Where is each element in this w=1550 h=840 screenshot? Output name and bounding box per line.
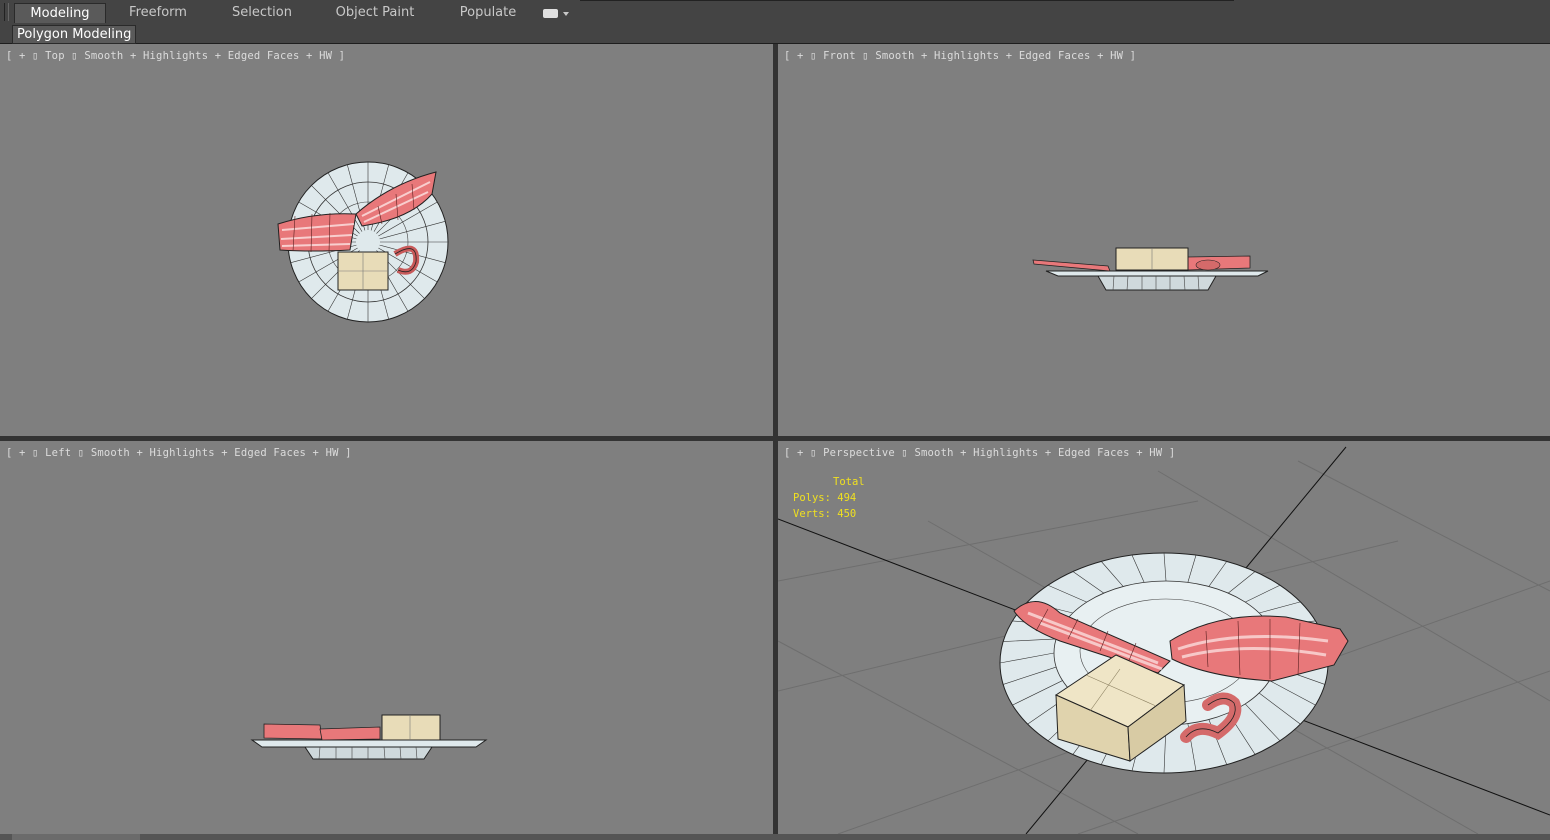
bacon-left [263,723,381,741]
ribbon-divider [580,0,1234,1]
cheese-block-front [1115,247,1189,271]
scene-statistics: Total Polys: 494 Verts: 450 [793,474,865,522]
ribbon-panel: Polygon Modeling [0,25,1550,44]
time-slider[interactable] [12,834,140,840]
status-bar [0,834,1550,840]
polygon-modeling-panel-button[interactable]: Polygon Modeling [12,25,137,44]
cheese-block-left [381,714,441,741]
stats-polys: Polys: 494 [793,492,857,504]
perspective-view-scene [778,446,1550,834]
bacon-strip-left [277,212,357,253]
tab-freeform[interactable]: Freeform [118,3,198,23]
tab-selection[interactable]: Selection [222,3,302,23]
viewport-top[interactable]: [ + ▯ Top ▯ Smooth + Highlights + Edged … [0,44,773,436]
viewport-label-perspective: [ + ▯ Perspective ▯ Smooth + Highlights … [784,447,1176,459]
plate-front-view [1045,270,1269,291]
viewport-shading-mode[interactable]: Smooth + Highlights + Edged Faces + HW ] [914,447,1175,459]
viewport-left[interactable]: [ + ▯ Left ▯ Smooth + Highlights + Edged… [0,441,773,834]
top-view-scene [277,161,449,323]
left-view-scene [250,714,488,760]
viewport-view-name[interactable]: Perspective [823,447,895,459]
stats-title: Total [833,476,865,488]
tab-modeling[interactable]: Modeling [14,3,106,23]
ribbon-tab-bar: Modeling Freeform Selection Object Paint… [0,0,1550,26]
ribbon-grip-handle[interactable] [4,3,9,21]
chevron-down-icon[interactable] [563,12,569,16]
shrimp-front [1195,259,1221,271]
ribbon-display-toggle-icon[interactable] [543,9,558,18]
tab-object-paint[interactable]: Object Paint [330,3,420,23]
stats-verts: Verts: 450 [793,508,857,520]
tab-populate[interactable]: Populate [448,3,528,23]
viewport-front[interactable]: [ + ▯ Front ▯ Smooth + Highlights + Edge… [778,44,1550,436]
viewport-menu-button[interactable]: [ + [784,447,804,459]
viewport-area: [ + ▯ Top ▯ Smooth + Highlights + Edged … [0,44,1550,834]
plate-left-view [250,739,488,760]
front-view-scene [1032,247,1269,291]
cheese-block-top [337,251,389,291]
viewport-perspective[interactable]: [ + ▯ Perspective ▯ Smooth + Highlights … [778,441,1550,834]
